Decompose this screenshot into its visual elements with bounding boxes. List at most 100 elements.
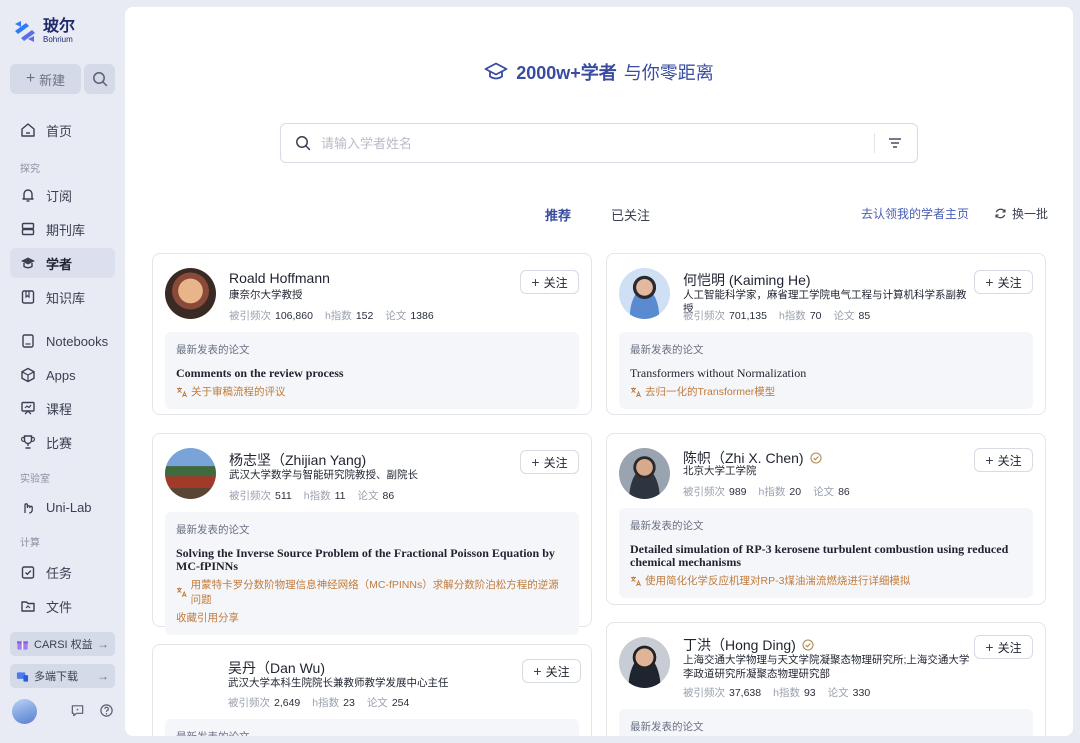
scholar-search-input[interactable] (321, 135, 874, 151)
follow-button[interactable]: + 关注 (974, 448, 1033, 472)
scholar-name[interactable]: 何恺明 (Kaiming He) (683, 270, 811, 290)
sidebar-item-home[interactable]: 首页 (10, 115, 115, 145)
latest-paper[interactable]: 最新发表的论文 (619, 709, 1033, 736)
citations-value: 701,135 (729, 310, 767, 322)
scholar-name[interactable]: 吴丹（Dan Wu) (228, 658, 325, 678)
sidebar-item-label: 期刊库 (46, 222, 86, 238)
new-button-label: 新建 (39, 72, 66, 88)
carsi-benefits-link[interactable]: CARSI 权益 → (10, 632, 115, 656)
page-headline: 2000w+学者 与你零距离 (125, 59, 1073, 85)
scholar-stats: 被引频次 511 h指数 11 论文 86 (229, 488, 406, 503)
search-icon (296, 136, 311, 151)
tab-followed[interactable]: 已关注 (611, 205, 650, 224)
sidebar-item-scholars[interactable]: 学者 (10, 248, 115, 278)
paper-title[interactable]: Solving the Inverse Source Problem of th… (176, 547, 568, 573)
sidebar-search-button[interactable] (84, 64, 115, 94)
hindex-value: 23 (343, 697, 355, 709)
follow-button[interactable]: + 关注 (974, 270, 1033, 294)
sidebar-item-unilab[interactable]: Uni-Lab (10, 492, 115, 522)
sidebar-item-notebooks[interactable]: Notebooks (10, 326, 115, 356)
latest-paper-label: 最新发表的论文 (630, 344, 704, 356)
papers-label: 论文 (827, 687, 849, 699)
latest-paper[interactable]: 最新发表的论文 Solving the Inverse Source Probl… (165, 512, 579, 635)
follow-label: 关注 (543, 275, 568, 290)
user-avatar[interactable] (12, 699, 37, 724)
scholar-card[interactable]: 丁洪（Hong Ding) 上海交通大学物理与天文学院凝聚态物理研究所;上海交通… (606, 622, 1046, 736)
home-icon (21, 123, 35, 137)
sidebar-item-label: 订阅 (46, 188, 73, 204)
sidebar-item-contests[interactable]: 比赛 (10, 427, 115, 457)
claim-profile-link[interactable]: 去认领我的学者主页 (861, 205, 969, 222)
nav-section-compute: 计算 (20, 538, 40, 549)
sidebar: 玻尔 Bohrium + 新建 首页 探究 订阅 期刊库 学者 知识库 Note… (0, 0, 125, 743)
scholar-name[interactable]: 杨志坚（Zhijian Yang) (229, 450, 366, 470)
feedback-icon[interactable] (70, 703, 85, 718)
hindex-label: h指数 (324, 310, 352, 322)
hindex-value: 70 (809, 310, 822, 322)
scholar-card[interactable]: 何恺明 (Kaiming He) 人工智能科学家，麻省理工学院电气工程与计算机科… (606, 253, 1046, 415)
bell-icon (22, 189, 34, 202)
sidebar-item-journals[interactable]: 期刊库 (10, 214, 115, 244)
cube-icon (21, 367, 35, 383)
brand-logo[interactable]: 玻尔 Bohrium (12, 18, 75, 44)
help-icon[interactable] (99, 703, 114, 718)
sidebar-item-knowledge[interactable]: 知识库 (10, 282, 115, 312)
sidebar-item-apps[interactable]: Apps (10, 360, 115, 390)
paper-translation-text: 用蒙特卡罗分数阶物理信息神经网络（MC-fPINNs）求解分数阶泊松方程的逆源问… (190, 579, 559, 606)
scholar-card[interactable]: Roald Hoffmann 康奈尔大学教授 被引频次 106,860 h指数 152… (152, 253, 592, 415)
paper-title[interactable]: Detailed simulation of RP-3 kerosene tur… (630, 543, 1022, 569)
papers-label: 论文 (385, 310, 407, 322)
papers-value: 1386 (410, 310, 434, 322)
scholar-search-bar (280, 123, 918, 163)
follow-button[interactable]: + 关注 (520, 450, 579, 474)
lab-hand-icon (24, 503, 33, 514)
sidebar-item-courses[interactable]: 课程 (10, 393, 115, 423)
latest-paper[interactable]: 最新发表的论文 (165, 719, 579, 736)
papers-label: 论文 (833, 310, 855, 322)
gift-icon (16, 640, 29, 650)
filter-icon[interactable] (887, 135, 903, 151)
sidebar-item-label: 文件 (46, 599, 73, 615)
scholar-name[interactable]: 丁洪（Hong Ding) (683, 635, 814, 655)
latest-paper[interactable]: 最新发表的论文 Comments on the review process 关… (165, 332, 579, 409)
latest-paper[interactable]: 最新发表的论文 Detailed simulation of RP-3 kero… (619, 508, 1033, 598)
scholar-avatar (619, 637, 670, 688)
scholar-card[interactable]: 吴丹（Dan Wu) 武汉大学本科生院院长兼教师教学发展中心主任 被引频次 2,6… (152, 644, 592, 736)
latest-paper[interactable]: 最新发表的论文 Transformers without Normalizati… (619, 332, 1033, 409)
tab-recommend[interactable]: 推荐 (545, 205, 571, 224)
trophy-icon (20, 435, 36, 449)
scholar-card[interactable]: 杨志坚（Zhijian Yang) 武汉大学数学与智能研究院教授、副院长 被引频… (152, 433, 592, 635)
sidebar-item-label: Uni-Lab (46, 499, 92, 515)
scholar-name[interactable]: Roald Hoffmann (229, 270, 330, 286)
plus-icon: + (985, 639, 994, 655)
paper-translation: 用蒙特卡罗分数阶物理信息神经网络（MC-fPINNs）求解分数阶泊松方程的逆源问… (176, 577, 568, 607)
arrow-right-icon: → (97, 637, 109, 651)
arrow-right-icon: → (97, 669, 109, 683)
bohrium-logo-icon (15, 21, 35, 42)
scholar-avatar (163, 657, 213, 707)
follow-button[interactable]: + 关注 (520, 270, 579, 294)
hindex-label: h指数 (312, 697, 340, 709)
sidebar-item-files[interactable]: 文件 (10, 591, 115, 621)
plus-icon: + (985, 274, 994, 290)
sidebar-item-tasks[interactable]: 任务 (10, 557, 115, 587)
plus-icon: + (531, 274, 540, 290)
sidebar-item-label: Notebooks (46, 333, 109, 349)
paper-title[interactable]: Transformers without Normalization (630, 367, 1022, 380)
paper-title[interactable]: Comments on the review process (176, 367, 568, 380)
refresh-button[interactable]: 换一批 (994, 205, 1048, 222)
scholar-card[interactable]: 陈帜（Zhi X. Chen) 北京大学工学院 被引频次 989 h指数 20 论文 86… (606, 433, 1046, 605)
scholar-avatar (165, 268, 216, 319)
verified-badge-icon (810, 452, 822, 464)
sidebar-item-subscribe[interactable]: 订阅 (10, 180, 115, 210)
carsi-label: CARSI 权益 (34, 639, 93, 651)
sidebar-item-label: 课程 (46, 401, 73, 417)
follow-button[interactable]: + 关注 (974, 635, 1033, 659)
follow-button[interactable]: + 关注 (522, 659, 581, 683)
plus-icon: + (985, 452, 994, 468)
new-button[interactable]: + 新建 (10, 64, 81, 94)
latest-paper-label: 最新发表的论文 (630, 520, 704, 532)
paper-translation-text: 使用简化化学反应机理对RP-3煤油湍流燃烧进行详细模拟 (645, 575, 911, 587)
multi-platform-download-link[interactable]: 多端下载 → (10, 664, 115, 688)
paper-translation: 关于审稿流程的评议 (176, 384, 568, 399)
